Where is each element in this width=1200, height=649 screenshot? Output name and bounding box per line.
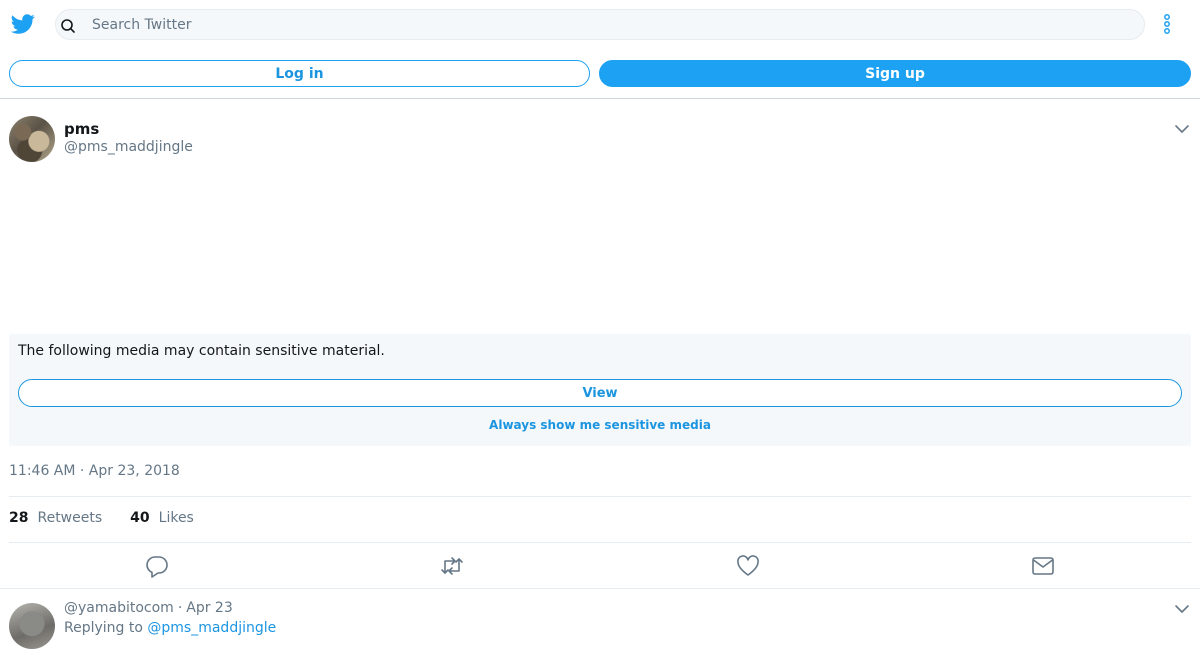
search-input[interactable] [92, 10, 1132, 39]
replying-to-label: Replying to [64, 620, 143, 636]
reply-meta-separator: · [177, 600, 183, 616]
retweets-label[interactable]: Retweets [37, 510, 102, 526]
reply-author-avatar[interactable] [9, 603, 55, 649]
chevron-down-icon[interactable] [1174, 123, 1190, 135]
more-vertical-icon[interactable] [1158, 12, 1176, 36]
divider [9, 542, 1191, 543]
chevron-down-icon[interactable] [1174, 603, 1190, 615]
author-handle[interactable]: @pms_maddjingle [64, 139, 193, 155]
replying-to-handle-link[interactable]: @pms_maddjingle [147, 620, 276, 636]
divider [0, 98, 1200, 99]
signup-button[interactable]: Sign up [599, 60, 1191, 87]
retweet-icon[interactable] [439, 553, 465, 579]
top-bar [0, 0, 1200, 48]
reply-date[interactable]: Apr 23 [186, 600, 232, 616]
reply-author-handle[interactable]: @yamabitocom [64, 600, 174, 616]
sensitive-notice-text: The following media may contain sensitiv… [18, 343, 385, 359]
tweet-timestamp[interactable]: 11:46 AM · Apr 23, 2018 [9, 463, 180, 479]
always-show-sensitive-link[interactable]: Always show me sensitive media [9, 418, 1191, 432]
retweets-count[interactable]: 28 [9, 510, 28, 526]
likes-label[interactable]: Likes [159, 510, 194, 526]
divider [9, 496, 1191, 497]
divider [0, 588, 1200, 589]
sensitive-media-notice: The following media may contain sensitiv… [9, 334, 1191, 446]
author-avatar[interactable] [9, 116, 55, 162]
view-media-button[interactable]: View [18, 379, 1182, 407]
author-name[interactable]: pms [64, 120, 99, 138]
reply-icon[interactable] [144, 553, 170, 579]
search-box[interactable] [55, 9, 1145, 40]
replying-to: Replying to @pms_maddjingle [64, 620, 276, 636]
twitter-bird-icon[interactable] [10, 12, 36, 36]
login-button[interactable]: Log in [9, 60, 590, 87]
heart-icon[interactable] [735, 553, 761, 579]
likes-count[interactable]: 40 [130, 510, 149, 526]
tweet-stats: 28 Retweets 40 Likes [9, 510, 194, 526]
envelope-icon[interactable] [1030, 553, 1056, 579]
reply-meta: @yamabitocom · Apr 23 [64, 600, 233, 616]
search-icon [61, 19, 75, 33]
